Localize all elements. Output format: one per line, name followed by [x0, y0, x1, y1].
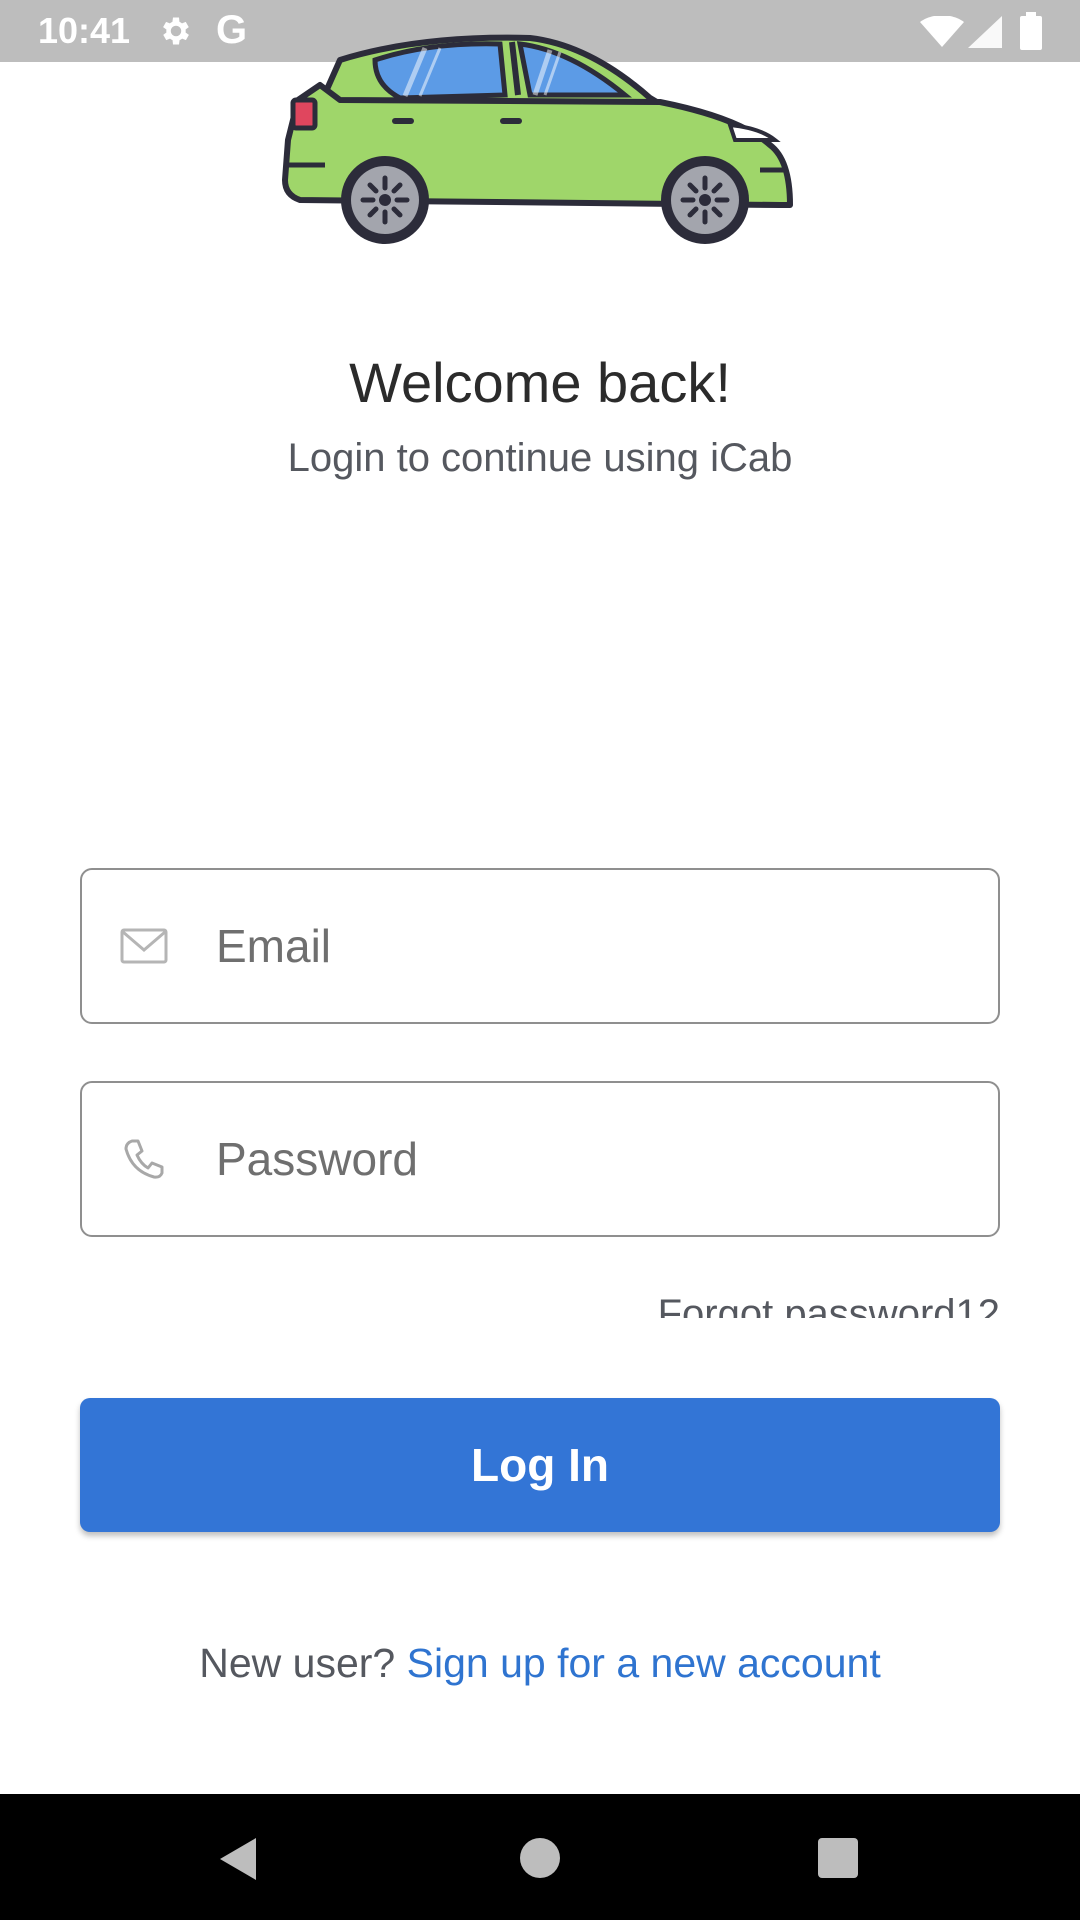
front-wheel-icon [661, 156, 749, 244]
status-time: 10:41 [38, 10, 131, 51]
signup-line: New user? Sign up for a new account [0, 1640, 1080, 1687]
battery-icon [1020, 12, 1042, 50]
signup-link[interactable]: Sign up for a new account [407, 1640, 881, 1686]
gear-icon [163, 17, 189, 45]
navigation-bar [0, 1794, 1080, 1920]
home-icon[interactable] [520, 1838, 560, 1878]
forgot-password-container: Forgot password12 [600, 1290, 1000, 1318]
car-illustration [282, 34, 793, 244]
email-input[interactable] [214, 869, 998, 1023]
back-icon[interactable] [216, 1836, 260, 1882]
login-button[interactable]: Log In [80, 1398, 1000, 1532]
rear-wheel-icon [341, 156, 429, 244]
password-input[interactable] [214, 1082, 998, 1236]
signup-prompt: New user? [199, 1640, 396, 1686]
signal-icon [968, 16, 1002, 48]
welcome-subtitle: Login to continue using iCab [287, 436, 793, 480]
phone-icon [124, 1139, 164, 1179]
wifi-icon [920, 16, 964, 47]
mail-icon [120, 928, 168, 964]
welcome-title: Welcome back! [349, 351, 731, 414]
password-field[interactable] [80, 1081, 1000, 1237]
forgot-password-link[interactable]: Forgot password12 [658, 1290, 1000, 1318]
google-icon: G [216, 8, 248, 52]
email-field[interactable] [80, 868, 1000, 1024]
recents-icon[interactable] [818, 1838, 858, 1878]
